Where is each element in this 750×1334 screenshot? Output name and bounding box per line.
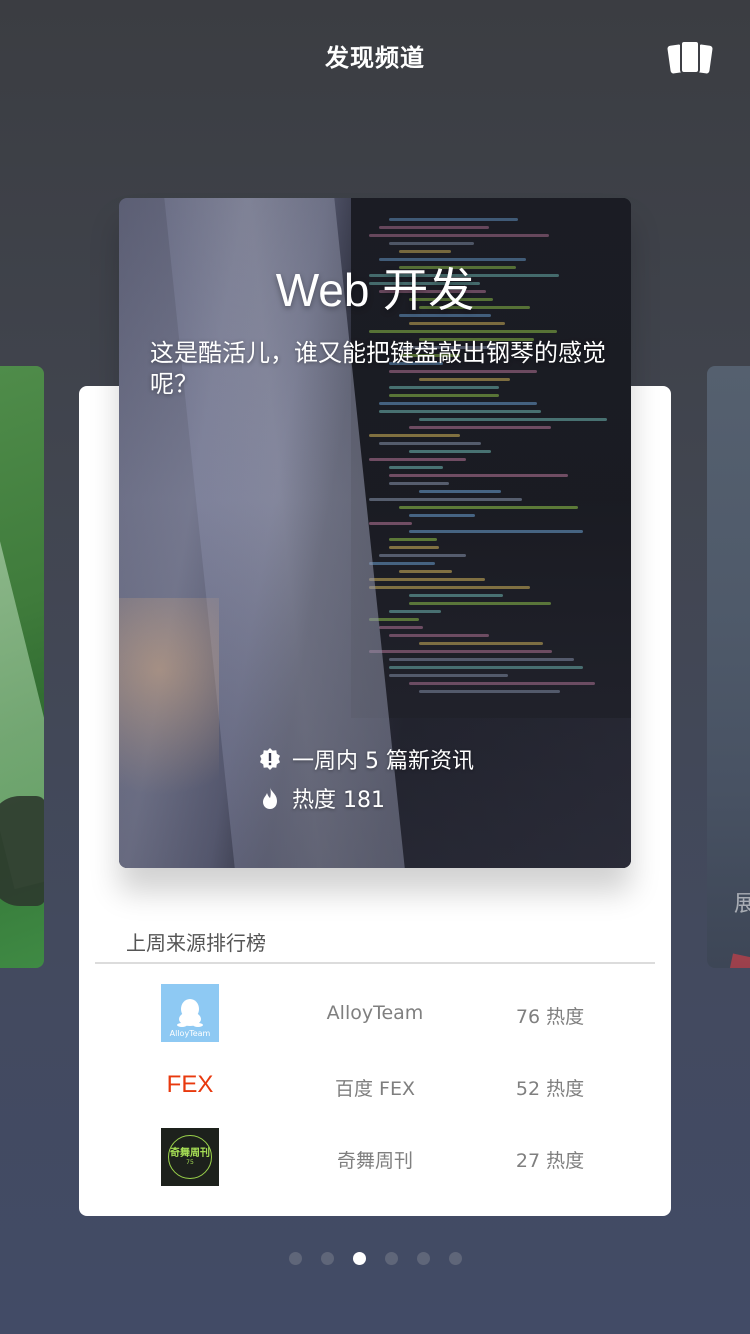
new-articles-stat: 一周内 5 篇新资讯 bbox=[258, 744, 474, 774]
page-title: 发现频道 bbox=[325, 44, 425, 72]
heat-stat: 热度 181 bbox=[258, 783, 385, 813]
previous-channel-card[interactable] bbox=[0, 366, 44, 968]
source-name: AlloyTeam bbox=[326, 1002, 424, 1024]
page-dot[interactable] bbox=[321, 1252, 334, 1265]
card-artwork bbox=[707, 953, 750, 968]
ranking-row[interactable]: AlloyTeam AlloyTeam 76 热度 bbox=[95, 984, 655, 1042]
card-artwork bbox=[0, 796, 44, 906]
source-name: 奇舞周刊 bbox=[336, 1150, 413, 1172]
page-indicator bbox=[0, 1252, 750, 1266]
cards-stack-icon bbox=[667, 40, 713, 74]
next-channel-card[interactable]: 展 bbox=[707, 366, 750, 968]
logo-caption: AlloyTeam bbox=[169, 1029, 211, 1038]
source-heat: 76 热度 bbox=[515, 1006, 585, 1028]
page-dot[interactable] bbox=[449, 1252, 462, 1265]
page-dot[interactable] bbox=[353, 1252, 366, 1265]
ranking-row[interactable]: 奇舞周刊 75 奇舞周刊 27 热度 bbox=[95, 1128, 655, 1186]
source-name: 百度 FEX bbox=[335, 1078, 415, 1100]
stat-text: 一周内 5 篇新资讯 bbox=[292, 749, 474, 774]
flame-icon bbox=[258, 786, 282, 810]
stat-text: 热度 181 bbox=[292, 788, 385, 813]
source-heat: 27 热度 bbox=[515, 1150, 585, 1172]
logo-text: 奇舞周刊 bbox=[170, 1147, 210, 1159]
header: 发现频道 bbox=[0, 0, 750, 110]
qq-penguin-icon bbox=[177, 999, 203, 1027]
channel-description: 这是酷活儿，谁又能把键盘敲出钢琴的感觉呢？ bbox=[150, 339, 606, 398]
cards-view-button[interactable] bbox=[664, 36, 716, 80]
alloyteam-logo: AlloyTeam bbox=[161, 984, 219, 1042]
next-card-text: 展 bbox=[734, 892, 750, 917]
source-heat: 52 热度 bbox=[515, 1078, 585, 1100]
qiwu-logo: 奇舞周刊 75 bbox=[161, 1128, 219, 1186]
logo-subtext: 75 bbox=[186, 1158, 194, 1166]
ranking-row[interactable]: FEX 百度 FEX 52 热度 bbox=[95, 1056, 655, 1114]
page-dot[interactable] bbox=[289, 1252, 302, 1265]
fex-logo: FEX bbox=[166, 1071, 214, 1098]
page-dot[interactable] bbox=[385, 1252, 398, 1265]
divider bbox=[95, 962, 655, 964]
ranking-title: 上周来源排行榜 bbox=[126, 931, 266, 955]
logo-ring: 奇舞周刊 75 bbox=[168, 1135, 212, 1179]
badge-alert-icon bbox=[258, 747, 282, 771]
channel-title: Web 开发 bbox=[275, 264, 475, 316]
page-dot[interactable] bbox=[417, 1252, 430, 1265]
